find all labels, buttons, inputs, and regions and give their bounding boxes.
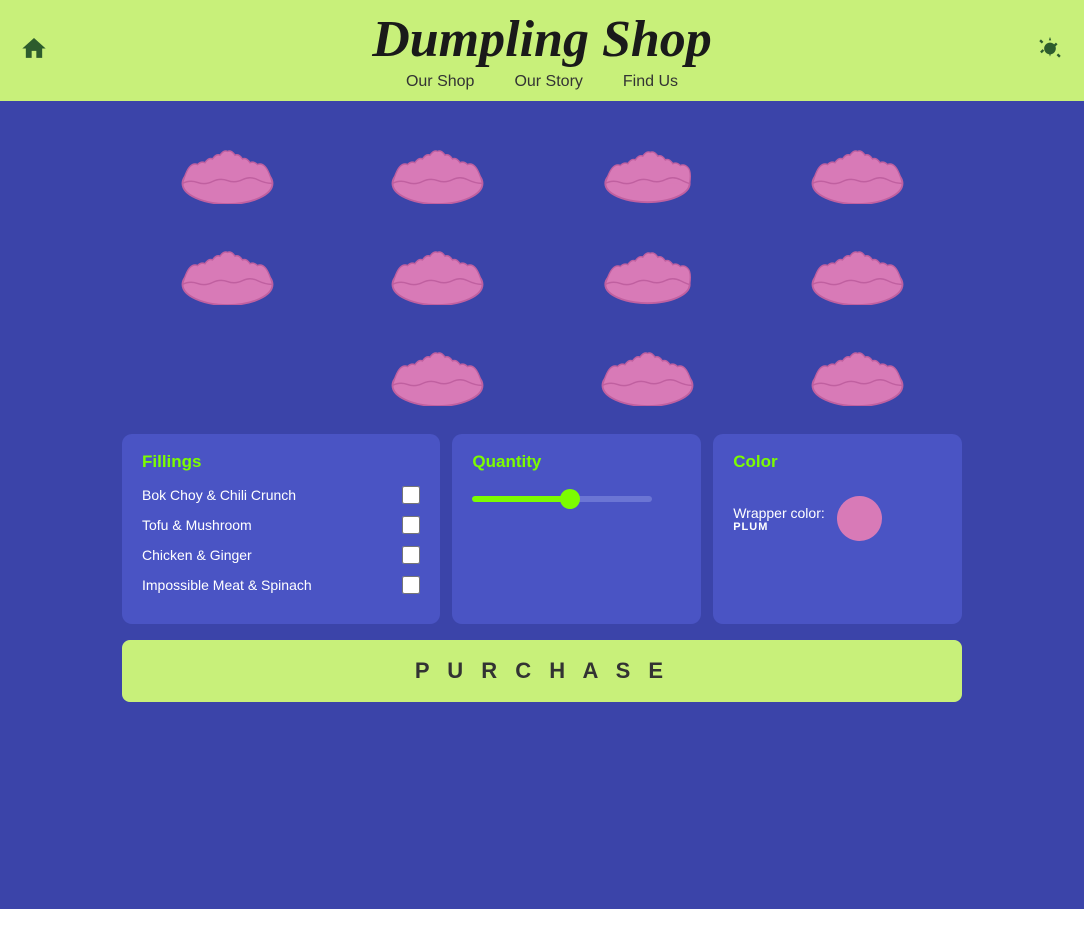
quantity-title: Quantity [472,452,681,472]
dumpling-4[interactable] [752,121,962,212]
color-title: Color [733,452,942,472]
filling-label-4: Impossible Meat & Spinach [142,577,312,593]
filling-item-2: Tofu & Mushroom [142,516,420,534]
filling-label-2: Tofu & Mushroom [142,517,252,533]
home-icon [20,34,48,62]
quantity-box: Quantity [452,434,701,624]
filling-item-4: Impossible Meat & Spinach [142,576,420,594]
nav-find-us[interactable]: Find Us [623,73,678,91]
header: Dumpling Shop Our Shop Our Story Find Us [0,0,1084,101]
filling-checkbox-3[interactable] [402,546,420,564]
dumpling-8[interactable] [752,222,962,313]
nav-our-story[interactable]: Our Story [514,73,582,91]
dumpling-2[interactable] [332,121,542,212]
dumpling-grid [122,121,962,414]
fillings-box: Fillings Bok Choy & Chili Crunch Tofu & … [122,434,440,624]
color-box: Color Wrapper color: PLUM [713,434,962,624]
filling-item-3: Chicken & Ginger [142,546,420,564]
filling-label-1: Bok Choy & Chili Crunch [142,487,296,503]
home-icon-button[interactable] [20,34,48,67]
brightness-icon [1036,34,1064,62]
purchase-button[interactable]: P U R C H A S E [122,640,962,702]
filling-checkbox-4[interactable] [402,576,420,594]
dumpling-5[interactable] [122,222,332,313]
quantity-slider[interactable] [472,496,652,502]
dumpling-1[interactable] [122,121,332,212]
color-display: Wrapper color: PLUM [733,496,942,541]
dumpling-7[interactable] [542,222,752,313]
page-title: Dumpling Shop [372,10,712,69]
slider-container [472,496,681,502]
dumpling-9[interactable] [332,323,542,414]
dumpling-6[interactable] [332,222,542,313]
fillings-title: Fillings [142,452,420,472]
main-content: Fillings Bok Choy & Chili Crunch Tofu & … [0,101,1084,909]
dumpling-10[interactable] [542,323,752,414]
brightness-icon-button[interactable] [1036,34,1064,67]
nav-bar: Our Shop Our Story Find Us [406,73,678,91]
controls-row: Fillings Bok Choy & Chili Crunch Tofu & … [122,434,962,624]
nav-our-shop[interactable]: Our Shop [406,73,474,91]
filling-checkbox-1[interactable] [402,486,420,504]
filling-item-1: Bok Choy & Chili Crunch [142,486,420,504]
wrapper-color-label: Wrapper color: [733,505,825,521]
color-swatch[interactable] [837,496,882,541]
filling-checkbox-2[interactable] [402,516,420,534]
filling-label-3: Chicken & Ginger [142,547,252,563]
dumpling-11[interactable] [752,323,962,414]
wrapper-color-name: PLUM [733,521,825,533]
dumpling-3[interactable] [542,121,752,212]
